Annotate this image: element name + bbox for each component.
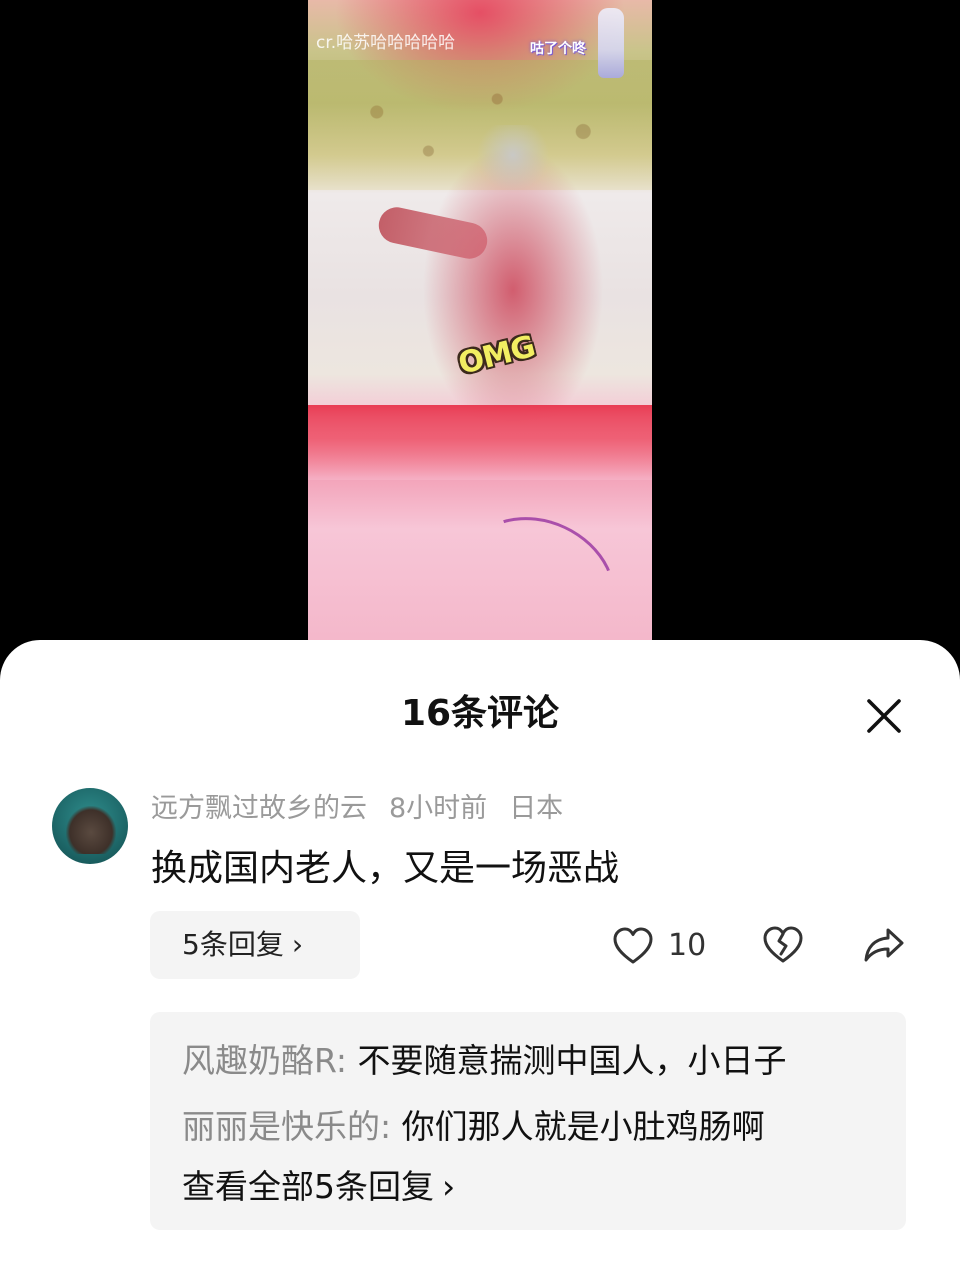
- video-player[interactable]: cr.哈苏哈哈哈哈哈 咕了个咚 OMG: [0, 0, 960, 660]
- replies-box: 风趣奶酪R: 不要随意揣测中国人，小日子 丽丽是快乐的: 你们那人就是小肚鸡肠啊…: [150, 1012, 906, 1230]
- video-frame[interactable]: cr.哈苏哈哈哈哈哈 咕了个咚 OMG: [308, 0, 652, 645]
- view-all-replies-link[interactable]: 查看全部5条回复 ›: [182, 1165, 455, 1209]
- reply-author[interactable]: 风趣奶酪R: [182, 1041, 336, 1080]
- dislike-button[interactable]: [762, 926, 806, 966]
- video-ribbon: [438, 492, 638, 645]
- close-icon: [867, 699, 901, 733]
- reply-item[interactable]: 风趣奶酪R: 不要随意揣测中国人，小日子: [182, 1039, 787, 1083]
- chevron-right-icon: ›: [442, 1167, 456, 1206]
- like-count: 10: [668, 928, 707, 963]
- reply-author[interactable]: 丽丽是快乐的: [182, 1107, 380, 1146]
- broken-heart-icon: [763, 926, 803, 963]
- like-button[interactable]: 10: [612, 926, 706, 966]
- reply-separator: :: [335, 1041, 358, 1080]
- reply-text: 你们那人就是小肚鸡肠啊: [401, 1107, 765, 1146]
- video-credit-text: cr.哈苏哈哈哈哈哈: [316, 33, 456, 53]
- comment-meta: 远方飘过故乡的云 8小时前 日本: [151, 791, 585, 827]
- reply-count-button[interactable]: 5条回复 ›: [150, 911, 360, 979]
- comments-title: 16条评论: [400, 693, 560, 734]
- share-button[interactable]: [862, 926, 908, 966]
- chevron-right-icon: ›: [291, 928, 304, 961]
- reply-item[interactable]: 丽丽是快乐的: 你们那人就是小肚鸡肠啊: [182, 1105, 765, 1149]
- close-button[interactable]: [864, 696, 904, 736]
- heart-icon: [613, 927, 653, 964]
- reply-separator: :: [380, 1107, 402, 1146]
- reply-text: 不要随意揣测中国人，小日子: [357, 1041, 787, 1080]
- comment-text[interactable]: 换成国内老人，又是一场恶战: [151, 845, 619, 893]
- avatar[interactable]: [52, 788, 128, 864]
- anime-sticker-icon: [598, 8, 624, 78]
- comment-location: 日本: [509, 793, 564, 824]
- video-red-band: [308, 405, 652, 480]
- share-icon: [864, 928, 904, 962]
- reply-count-label: 5条回复: [182, 928, 284, 961]
- video-person-figure: [403, 125, 603, 425]
- hippo-avatar-image: [66, 806, 116, 854]
- comments-sheet: 16条评论 远方飘过故乡的云 8小时前 日本 换成国内老人，又是一场恶战 5条回复 ›…: [0, 640, 960, 1283]
- comment-time: 8小时前: [389, 793, 488, 824]
- comment-username[interactable]: 远方飘过故乡的云: [151, 793, 367, 824]
- video-sticker-tag: 咕了个咚: [530, 41, 586, 57]
- view-all-label: 查看全部5条回复: [182, 1167, 434, 1206]
